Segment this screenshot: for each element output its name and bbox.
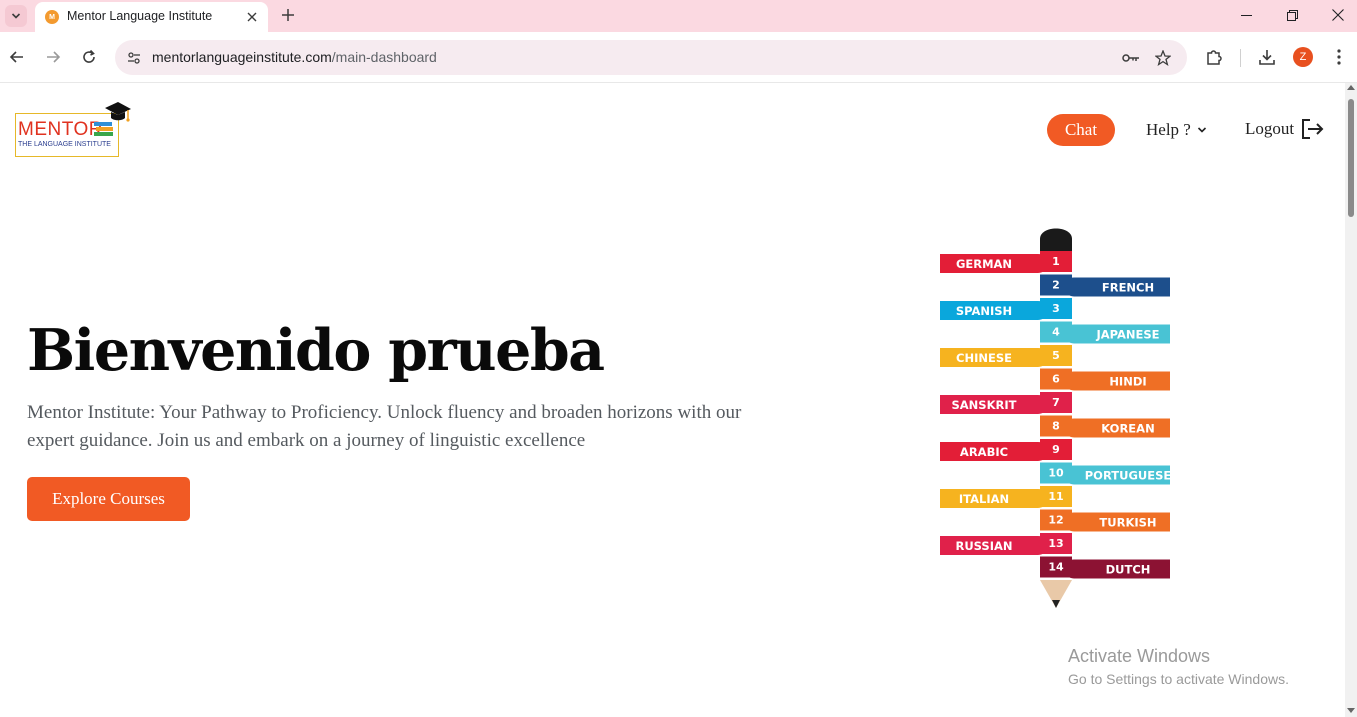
hero-subtitle: Mentor Institute: Your Pathway to Profic… xyxy=(27,402,742,451)
minimize-button[interactable] xyxy=(1234,4,1258,26)
arrow-left-icon xyxy=(9,51,23,63)
forward-button[interactable] xyxy=(42,46,64,68)
new-tab-button[interactable] xyxy=(278,5,298,25)
password-key-button[interactable] xyxy=(1121,48,1141,68)
browser-tab-strip: M Mentor Language Institute xyxy=(0,0,1357,32)
language-number-label: 3 xyxy=(1052,302,1060,315)
tune-icon xyxy=(127,51,140,64)
language-number-label: 8 xyxy=(1052,420,1060,433)
extensions-button[interactable] xyxy=(1203,46,1225,68)
logo-tagline: THE LANGUAGE INSTITUTE xyxy=(18,141,111,148)
language-name: KOREAN xyxy=(1101,422,1154,436)
language-name: ARABIC xyxy=(960,445,1008,459)
language-number-label: 2 xyxy=(1052,279,1060,292)
browser-menu-button[interactable] xyxy=(1328,46,1350,68)
language-name: SANSKRIT xyxy=(952,398,1017,412)
bookmark-button[interactable] xyxy=(1153,48,1173,68)
language-name: RUSSIAN xyxy=(955,539,1012,553)
site-favicon-icon: M xyxy=(45,10,59,24)
page-viewport: MENTOR THE LANGUAGE INSTITUTE Chat Help … xyxy=(0,83,1357,717)
tab-close-button[interactable] xyxy=(244,9,260,25)
language-number-label: 14 xyxy=(1048,561,1064,574)
language-name: HINDI xyxy=(1109,375,1146,389)
language-name: ITALIAN xyxy=(959,492,1009,506)
language-number-label: 13 xyxy=(1048,537,1063,550)
explore-courses-button[interactable]: Explore Courses xyxy=(27,477,190,521)
tab-title: Mentor Language Institute xyxy=(67,9,213,23)
key-icon xyxy=(1122,54,1139,62)
reload-icon xyxy=(83,49,95,63)
language-name: FRENCH xyxy=(1102,281,1154,295)
watermark-title: Activate Windows xyxy=(1068,646,1211,666)
language-name: PORTUGUESE xyxy=(1085,469,1170,483)
plus-icon xyxy=(282,9,294,21)
chevron-down-icon xyxy=(1197,127,1206,133)
reload-button[interactable] xyxy=(78,46,100,68)
language-name: CHINESE xyxy=(956,351,1012,365)
star-icon xyxy=(1155,50,1171,66)
language-name: TURKISH xyxy=(1099,516,1156,530)
language-name: SPANISH xyxy=(956,304,1012,318)
language-number-label: 4 xyxy=(1052,326,1060,339)
language-number-label: 11 xyxy=(1048,490,1063,503)
address-bar[interactable]: mentorlanguageinstitute.com/main-dashboa… xyxy=(115,40,1187,75)
languages-pencil-illustration: 11GERMAN22FRENCH33SPANISH44JAPANESE55CHI… xyxy=(940,228,1170,608)
site-logo[interactable]: MENTOR THE LANGUAGE INSTITUTE xyxy=(15,99,135,159)
restore-button[interactable] xyxy=(1280,4,1304,26)
language-name: GERMAN xyxy=(956,257,1012,271)
back-button[interactable] xyxy=(6,46,28,68)
active-tab[interactable]: M Mentor Language Institute xyxy=(35,2,268,32)
help-dropdown[interactable]: Help ? xyxy=(1146,120,1207,140)
close-window-button[interactable] xyxy=(1326,4,1350,26)
chevron-down-icon xyxy=(11,13,21,19)
pencil-eraser-cap xyxy=(1040,228,1072,251)
site-info-button[interactable] xyxy=(123,47,144,68)
scroll-thumb[interactable] xyxy=(1348,99,1354,217)
puzzle-icon xyxy=(1207,50,1222,65)
toolbar-divider xyxy=(1240,49,1241,67)
pencil-lead xyxy=(1052,600,1060,608)
language-number-label: 9 xyxy=(1052,443,1060,456)
close-icon xyxy=(1332,9,1344,21)
language-name: JAPANESE xyxy=(1095,328,1159,342)
language-number-label: 12 xyxy=(1048,514,1063,527)
chat-button[interactable]: Chat xyxy=(1047,114,1115,146)
minimize-icon xyxy=(1240,14,1252,16)
logout-button[interactable]: Logout xyxy=(1245,118,1324,140)
profile-avatar[interactable]: Z xyxy=(1293,47,1313,67)
browser-toolbar: mentorlanguageinstitute.com/main-dashboa… xyxy=(0,32,1357,83)
help-label: Help ? xyxy=(1146,120,1191,139)
books-icon xyxy=(94,122,113,136)
page-scrollbar[interactable] xyxy=(1345,83,1357,717)
language-number-label: 10 xyxy=(1048,467,1064,480)
close-icon xyxy=(247,12,257,22)
logout-label: Logout xyxy=(1245,119,1295,138)
logout-icon xyxy=(1302,119,1324,139)
restore-icon xyxy=(1286,9,1298,21)
url-host: mentorlanguageinstitute.com xyxy=(152,49,332,65)
language-name: DUTCH xyxy=(1106,563,1151,577)
url-text: mentorlanguageinstitute.com/main-dashboa… xyxy=(152,49,437,65)
language-number-label: 1 xyxy=(1052,255,1060,268)
downloads-button[interactable] xyxy=(1256,46,1278,68)
language-number-label: 5 xyxy=(1052,349,1060,362)
language-number-label: 6 xyxy=(1052,373,1060,386)
logo-wordmark: MENTOR xyxy=(18,119,103,140)
download-icon xyxy=(1259,50,1275,65)
tab-search-button[interactable] xyxy=(5,5,27,27)
scroll-up-arrow[interactable] xyxy=(1347,85,1355,90)
windows-activation-watermark: Activate Windows Go to Settings to activ… xyxy=(1068,646,1289,687)
scroll-down-arrow[interactable] xyxy=(1347,708,1355,713)
url-path: /main-dashboard xyxy=(331,49,437,65)
language-number-label: 7 xyxy=(1052,396,1060,409)
hero-title: Bienvenido prueba xyxy=(27,317,605,384)
kebab-menu-icon xyxy=(1337,49,1341,65)
arrow-right-icon xyxy=(47,51,61,63)
watermark-subtitle: Go to Settings to activate Windows. xyxy=(1068,671,1289,687)
